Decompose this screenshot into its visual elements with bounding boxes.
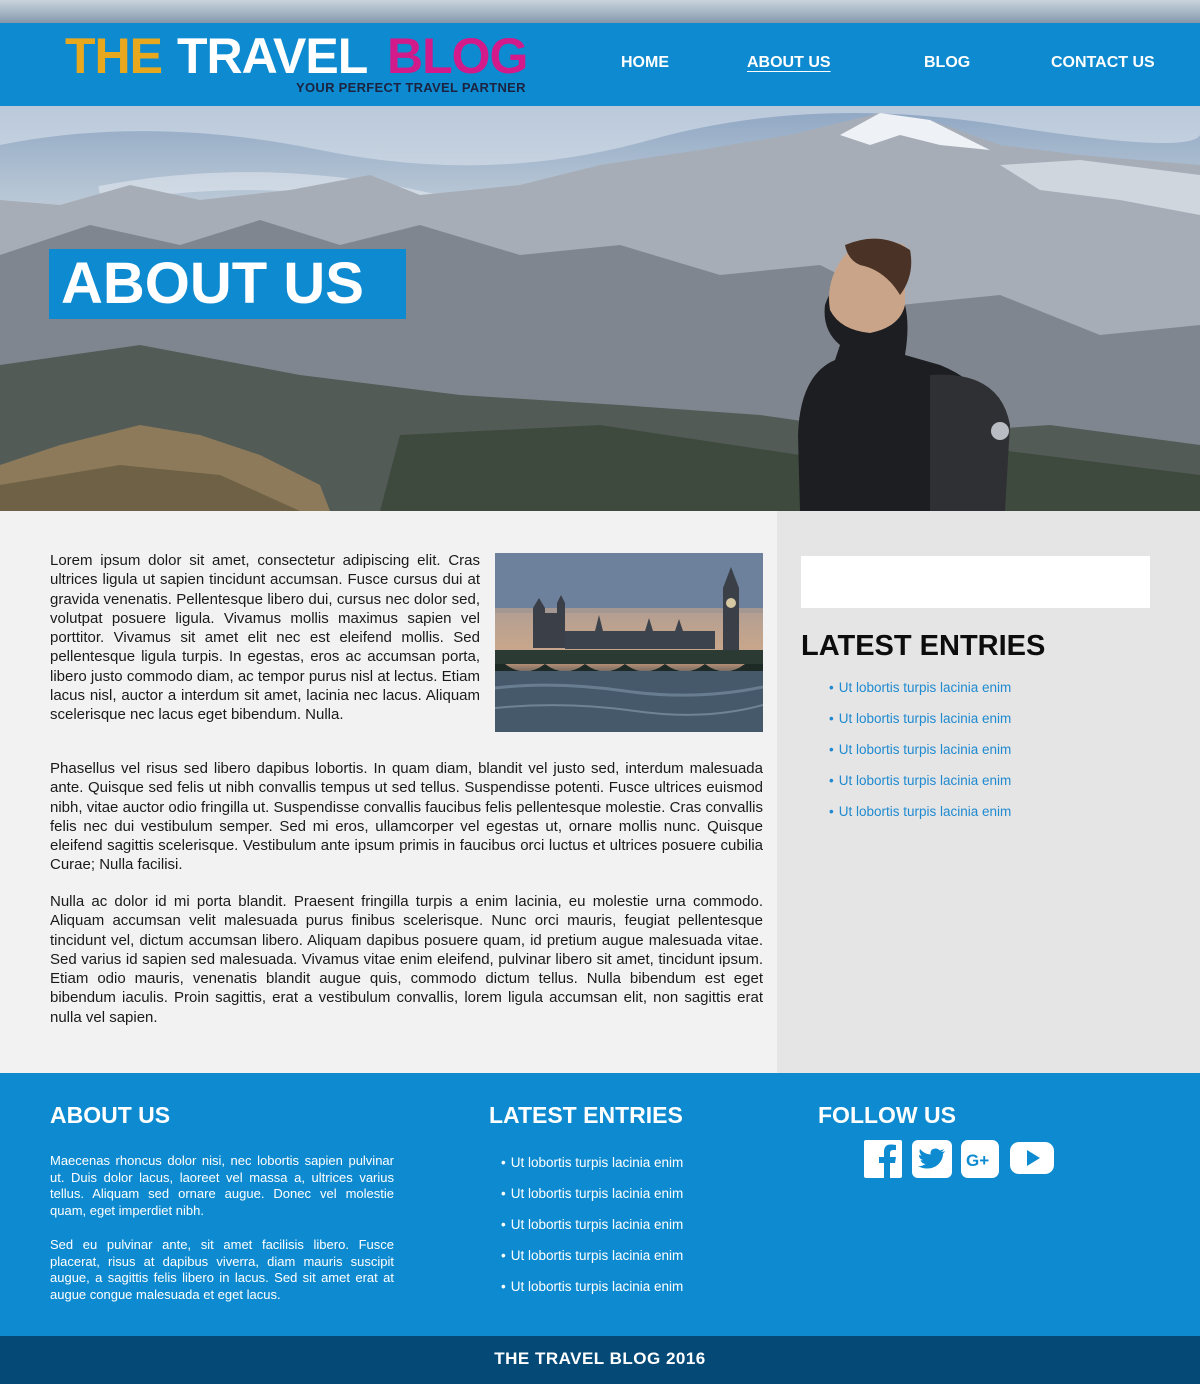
content-paragraph: Phasellus vel risus sed libero dapibus l… (50, 760, 763, 874)
logo-tagline: YOUR PERFECT TRAVEL PARTNER (296, 80, 526, 95)
sidebar-title: LATEST ENTRIES (801, 630, 1046, 662)
footer-entry-link[interactable]: Ut lobortis turpis lacinia enim (501, 1217, 684, 1248)
sidebar-entry-link[interactable]: Ut lobortis turpis lacinia enim (829, 711, 1012, 742)
nav-blog[interactable]: BLOG (924, 54, 970, 72)
sidebar-entry-link[interactable]: Ut lobortis turpis lacinia enim (829, 773, 1012, 804)
logo-the: THE (65, 28, 163, 84)
copyright-text: THE TRAVEL BLOG 2016 (494, 1349, 706, 1368)
footer-about-title: ABOUT US (50, 1102, 171, 1128)
footer-bottom-bar: THE TRAVEL BLOG 2016 (0, 1336, 1200, 1384)
google-plus-icon[interactable]: G+ (961, 1140, 999, 1178)
site-logo[interactable]: THE TRAVEL BLOG YOUR PERFECT TRAVEL PART… (65, 30, 545, 100)
hero-title: ABOUT US (61, 251, 364, 316)
footer-follow-title: FOLLOW US (818, 1102, 956, 1128)
footer-about-paragraph: Maecenas rhoncus dolor nisi, nec loborti… (50, 1153, 394, 1218)
nav-contact-us[interactable]: CONTACT US (1051, 54, 1155, 72)
hero-sky-strip (0, 0, 1200, 24)
twitter-icon[interactable] (912, 1140, 952, 1178)
facebook-icon[interactable] (864, 1140, 902, 1178)
hero-title-box: ABOUT US (49, 249, 406, 319)
logo-blog: BLOG (387, 28, 528, 84)
footer-entry-link[interactable]: Ut lobortis turpis lacinia enim (501, 1155, 684, 1186)
parliament-illustration (495, 553, 763, 732)
site-header: THE TRAVEL BLOG YOUR PERFECT TRAVEL PART… (0, 23, 1200, 106)
content-paragraph: Nulla ac dolor id mi porta blandit. Prae… (50, 893, 763, 1026)
sidebar-search-input[interactable] (801, 556, 1150, 608)
logo-travel: TRAVEL (177, 28, 368, 84)
sidebar-entries-list: Ut lobortis turpis lacinia enim Ut lobor… (829, 680, 1012, 835)
footer-entry-link[interactable]: Ut lobortis turpis lacinia enim (501, 1248, 684, 1279)
nav-home[interactable]: HOME (621, 54, 669, 72)
footer-entry-link[interactable]: Ut lobortis turpis lacinia enim (501, 1279, 684, 1310)
footer-about-paragraph: Sed eu pulvinar ante, sit amet facilisis… (50, 1237, 394, 1302)
sidebar-entry-link[interactable]: Ut lobortis turpis lacinia enim (829, 804, 1012, 835)
sidebar-entry-link[interactable]: Ut lobortis turpis lacinia enim (829, 680, 1012, 711)
london-photo (495, 553, 763, 732)
content-paragraph: Lorem ipsum dolor sit amet, consectetur … (50, 552, 480, 724)
svg-text:G+: G+ (966, 1151, 989, 1170)
footer-entries-list: Ut lobortis turpis lacinia enim Ut lobor… (501, 1155, 684, 1310)
nav-about-us[interactable]: ABOUT US (747, 54, 831, 72)
footer-latest-title: LATEST ENTRIES (489, 1102, 683, 1128)
sidebar-entry-link[interactable]: Ut lobortis turpis lacinia enim (829, 742, 1012, 773)
youtube-icon[interactable] (1010, 1140, 1054, 1176)
footer-entry-link[interactable]: Ut lobortis turpis lacinia enim (501, 1186, 684, 1217)
